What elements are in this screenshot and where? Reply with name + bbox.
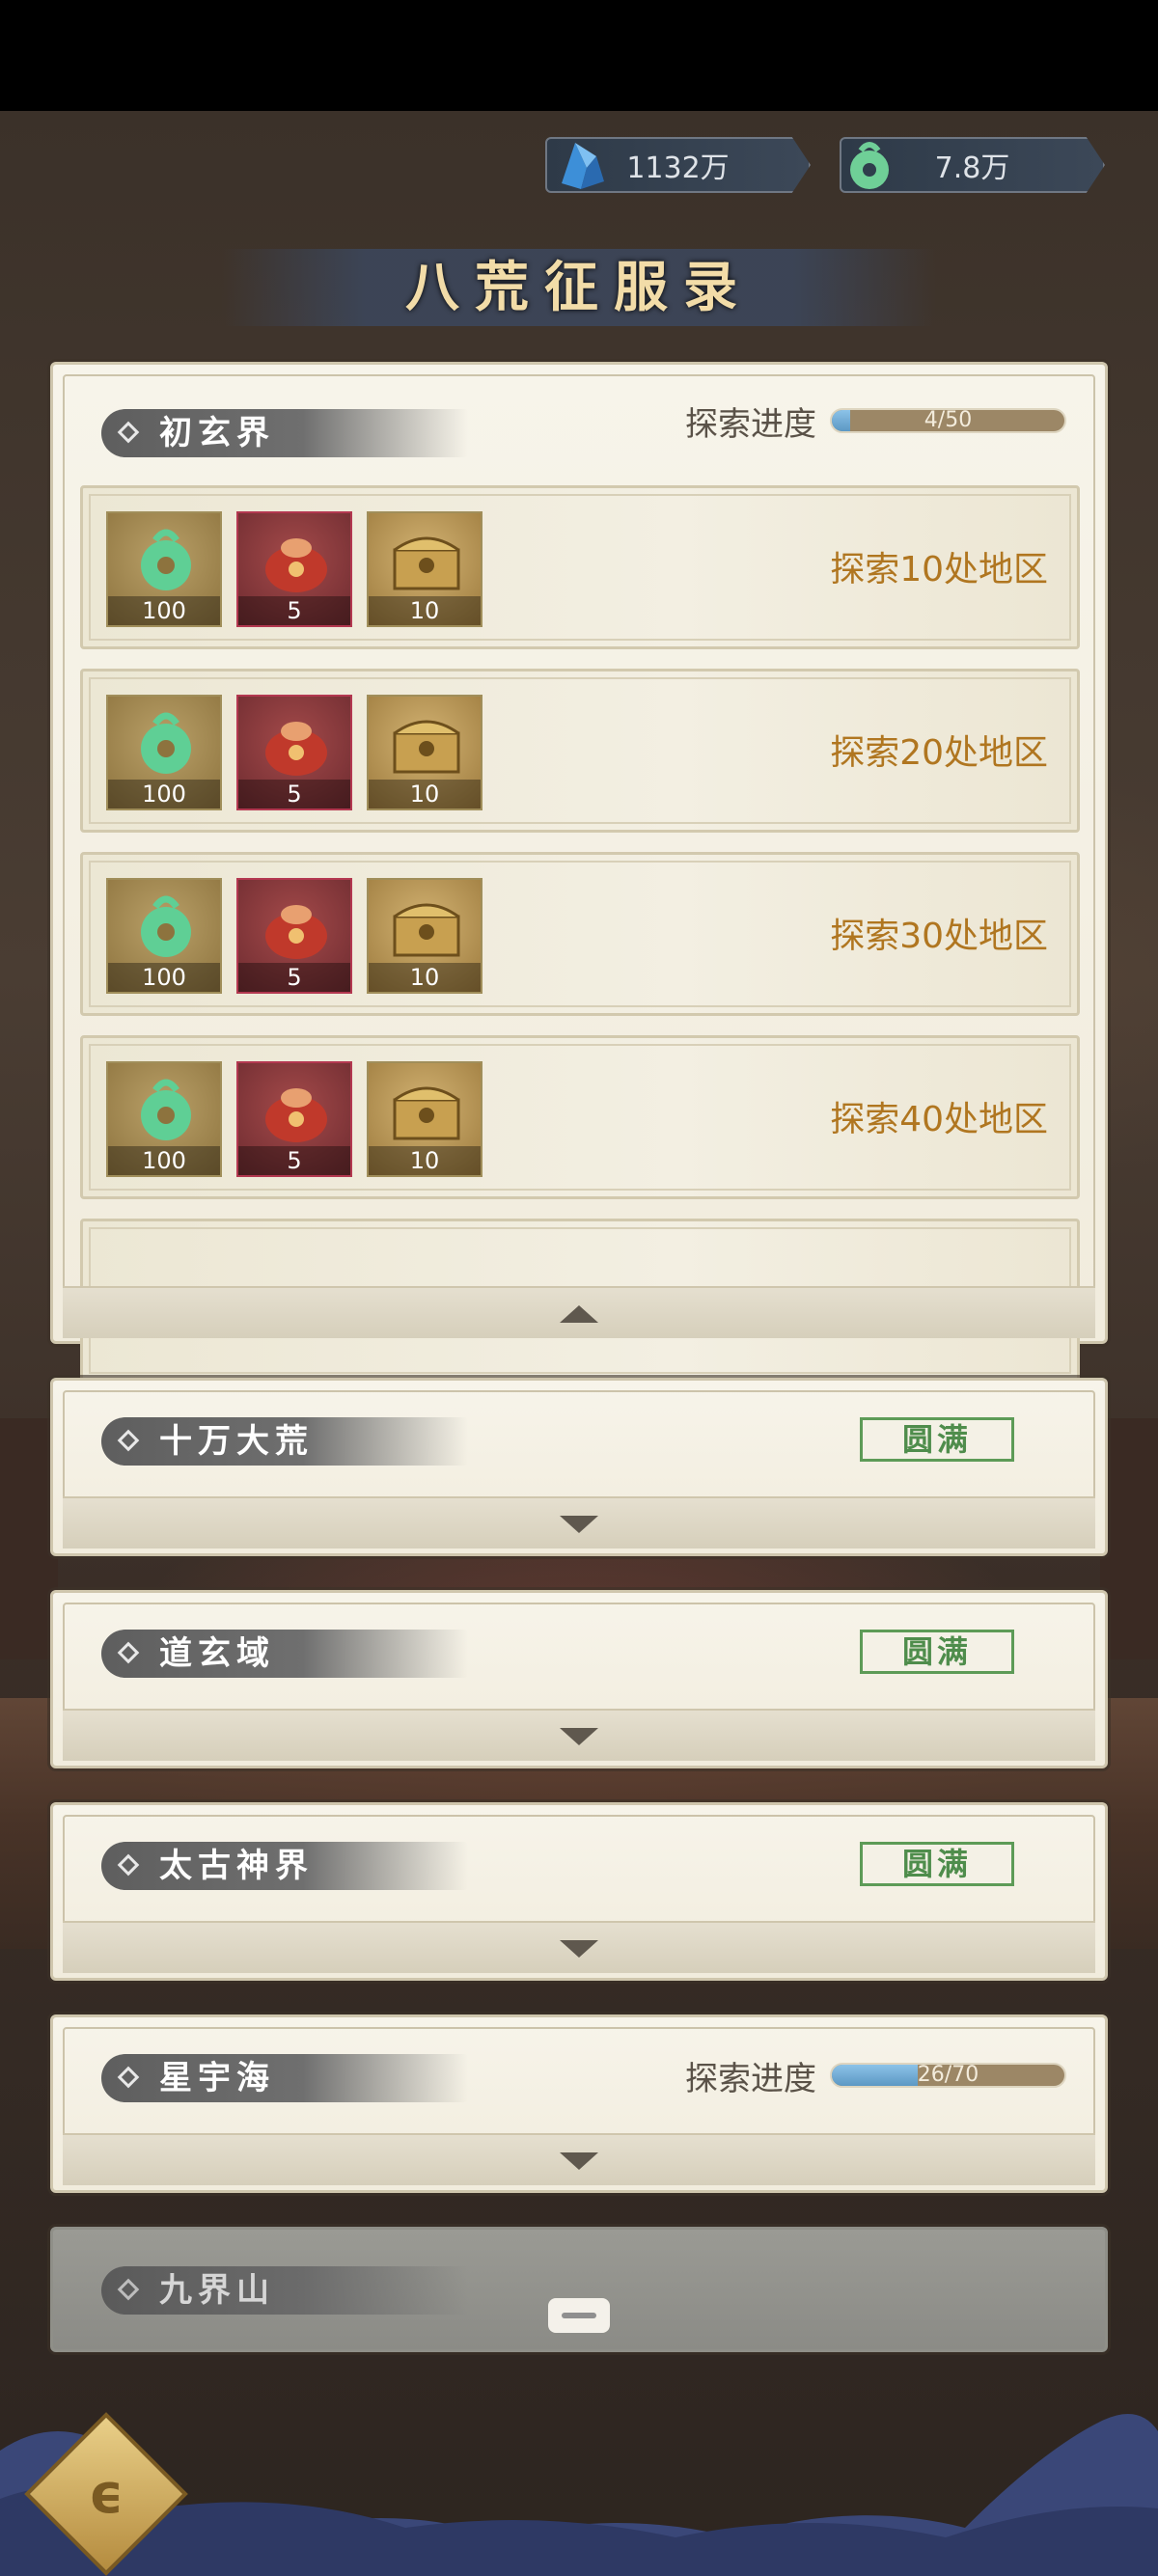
jade-amount: 7.8万 [934, 151, 1010, 185]
progress-label: 探索进度 [685, 405, 816, 444]
reward-item-jade[interactable]: 100 [106, 878, 222, 994]
item-quantity: 5 [238, 963, 350, 992]
progress-bar: 4/50 [830, 408, 1066, 433]
reward-item-chest[interactable]: 10 [367, 1061, 482, 1177]
treasure-chest-icon [393, 1086, 460, 1140]
diamond-icon [117, 2066, 140, 2089]
item-quantity: 5 [238, 780, 350, 808]
diamond-icon [117, 1429, 140, 1452]
item-quantity: 10 [369, 596, 481, 625]
reward-item-bag[interactable]: 5 [236, 511, 352, 627]
diamond-icon [117, 2278, 140, 2301]
reward-item-jade[interactable]: 100 [106, 1061, 222, 1177]
background-board [0, 1418, 58, 1659]
realm-panel-chuxuanjie: 初玄界 探索进度 4/50 100 5 10 探索10处地区 100 5 10 … [50, 362, 1108, 1383]
reward-row: 100 5 10 探索30处地区 [80, 852, 1080, 1016]
realm-name: 十万大荒 [159, 1422, 314, 1461]
realm-panel-daoxuanyu[interactable]: 道玄域 圆满 [50, 1590, 1108, 1768]
realm-panel-taigushenjie[interactable]: 太古神界 圆满 [50, 1802, 1108, 1981]
item-quantity: 100 [108, 963, 220, 992]
realm-name: 初玄界 [159, 414, 275, 452]
item-quantity: 10 [369, 780, 481, 808]
crystal-amount: 1132万 [626, 151, 730, 185]
realm-banner: 道玄域 [101, 1630, 468, 1678]
gift-bag-icon [265, 905, 327, 959]
status-bar [0, 0, 1158, 111]
reward-item-chest[interactable]: 10 [367, 695, 482, 810]
page-title: 八荒征服录 [405, 256, 753, 319]
gift-bag-icon [265, 722, 327, 776]
reward-goal: 探索10处地区 [830, 550, 1048, 589]
reward-row: 100 5 10 探索10处地区 [80, 485, 1080, 649]
reward-item-bag[interactable]: 5 [236, 695, 352, 810]
realm-name: 道玄域 [159, 1634, 275, 1673]
reward-goal: 探索30处地区 [830, 917, 1048, 956]
reward-item-bag[interactable]: 5 [236, 1061, 352, 1177]
reward-row: 100 5 10 探索20处地区 [80, 669, 1080, 833]
progress-text: 4/50 [924, 408, 973, 432]
treasure-chest-icon [393, 903, 460, 957]
realm-panel-jiujieshan[interactable]: 九界山 [50, 2227, 1108, 2352]
item-quantity: 5 [238, 596, 350, 625]
gift-bag-icon [265, 1088, 327, 1142]
realm-panel-shiwandahuang[interactable]: 十万大荒 圆满 [50, 1378, 1108, 1556]
expand-button[interactable] [63, 1921, 1095, 1973]
item-quantity: 100 [108, 780, 220, 808]
diamond-icon [117, 421, 140, 444]
realm-name: 九界山 [159, 2271, 275, 2310]
item-quantity: 10 [369, 1146, 481, 1175]
realm-banner: 九界山 [101, 2266, 468, 2315]
reward-item-jade[interactable]: 100 [106, 695, 222, 810]
realm-banner: 星宇海 [101, 2054, 468, 2102]
chevron-up-icon [560, 1305, 598, 1323]
expand-button[interactable] [63, 1709, 1095, 1761]
realm-banner: 太古神界 [101, 1842, 468, 1890]
jade-coin-icon [141, 529, 191, 590]
jade-coin-icon [141, 895, 191, 957]
diamond-icon [117, 1641, 140, 1664]
treasure-chest-icon [393, 536, 460, 590]
progress-text: 26/70 [917, 2063, 979, 2087]
scroll-handle[interactable] [548, 2298, 610, 2333]
item-quantity: 100 [108, 1146, 220, 1175]
reward-item-chest[interactable]: 10 [367, 511, 482, 627]
reward-item-bag[interactable]: 5 [236, 878, 352, 994]
reward-row: 100 5 10 探索40处地区 [80, 1035, 1080, 1199]
realm-name: 星宇海 [159, 2059, 275, 2097]
chevron-down-icon [560, 1940, 598, 1958]
item-quantity: 100 [108, 596, 220, 625]
complete-badge: 圆满 [860, 1417, 1014, 1462]
reward-item-jade[interactable]: 100 [106, 511, 222, 627]
diamond-icon [117, 1853, 140, 1877]
realm-name: 太古神界 [159, 1847, 314, 1885]
realm-banner: 初玄界 [101, 409, 468, 457]
jade-coin-icon [141, 1079, 191, 1140]
chevron-down-icon [560, 2152, 598, 2170]
progress-label: 探索进度 [685, 2060, 816, 2098]
collapse-button[interactable] [63, 1286, 1095, 1338]
expand-button[interactable] [63, 2133, 1095, 2185]
chevron-down-icon [560, 1516, 598, 1533]
item-quantity: 5 [238, 1146, 350, 1175]
treasure-chest-icon [393, 720, 460, 774]
realm-panel-xingyuhai[interactable]: 星宇海 探索进度 26/70 [50, 2014, 1108, 2193]
jade-coin-icon [141, 712, 191, 774]
gift-bag-icon [265, 538, 327, 592]
crystal-icon [562, 143, 604, 189]
item-quantity: 10 [369, 963, 481, 992]
reward-goal: 探索20处地区 [830, 733, 1048, 773]
jade-coin-icon [850, 142, 889, 189]
complete-badge: 圆满 [860, 1842, 1014, 1886]
realm-banner: 十万大荒 [101, 1417, 468, 1466]
complete-badge: 圆满 [860, 1630, 1014, 1674]
chevron-down-icon [560, 1728, 598, 1745]
expand-button[interactable] [63, 1496, 1095, 1548]
home-icon: ϵ [88, 2463, 124, 2526]
reward-goal: 探索40处地区 [830, 1100, 1048, 1139]
reward-item-chest[interactable]: 10 [367, 878, 482, 994]
progress-bar: 26/70 [830, 2063, 1066, 2088]
